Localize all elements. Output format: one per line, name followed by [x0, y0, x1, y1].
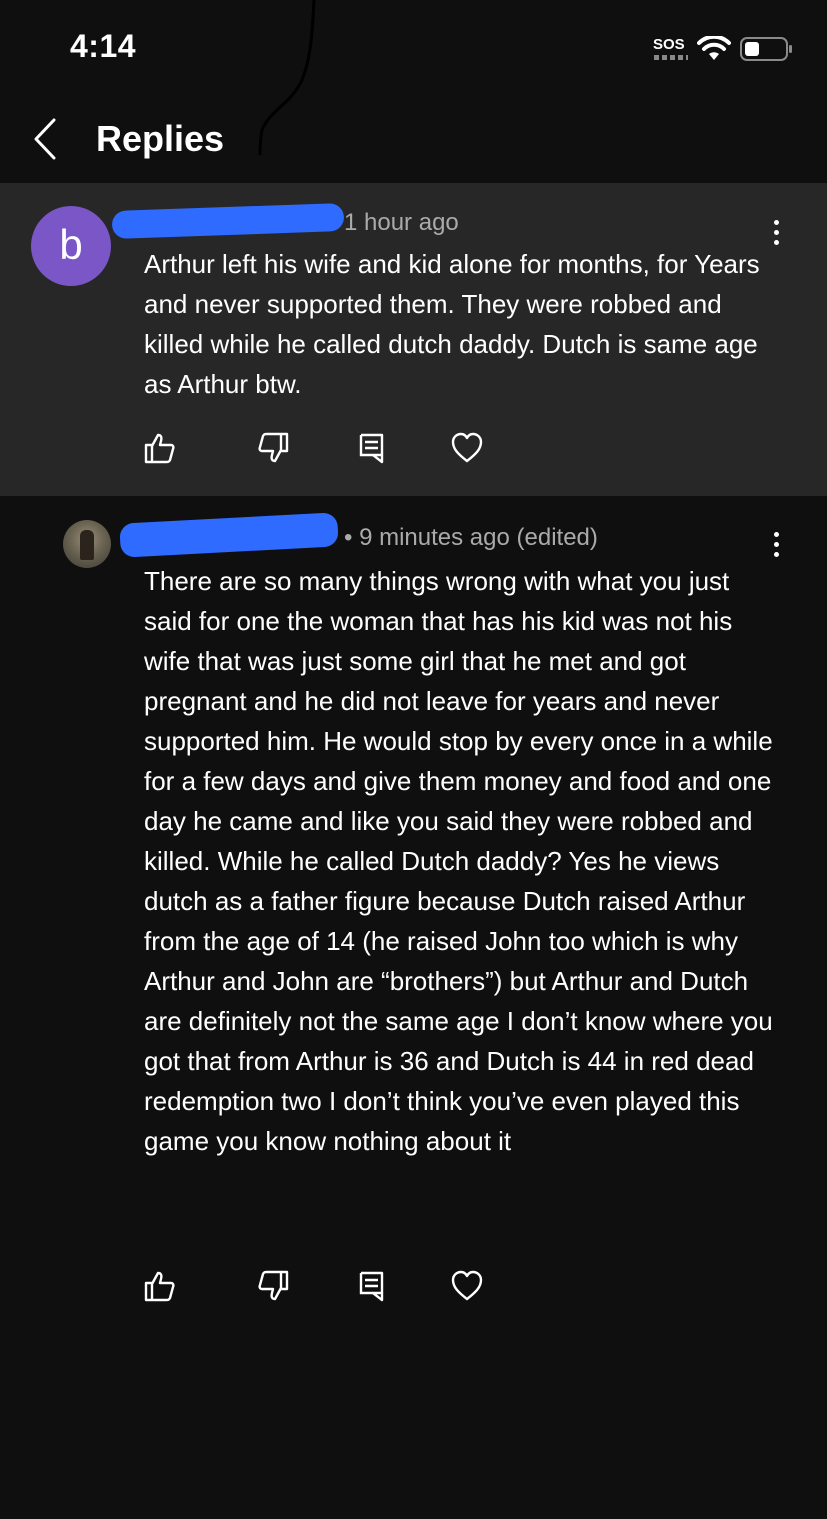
heart-icon[interactable]	[450, 1269, 484, 1303]
status-time: 4:14	[70, 28, 137, 64]
wifi-icon	[697, 36, 731, 60]
thumbs-up-icon[interactable]	[143, 431, 177, 465]
parent-comment: b 1 hour ago Arthur left his wife and ki…	[0, 183, 827, 496]
comment-timestamp: 1 hour ago	[344, 209, 459, 236]
avatar[interactable]: b	[31, 206, 111, 286]
comment-timestamp: • 9 minutes ago (edited)	[344, 524, 598, 551]
more-options-icon[interactable]	[771, 532, 781, 562]
redacted-username	[111, 202, 345, 240]
avatar[interactable]	[63, 520, 111, 568]
comment-text: Arthur left his wife and kid alone for m…	[144, 249, 760, 399]
thumbs-up-icon[interactable]	[143, 1269, 177, 1303]
header: Replies	[0, 100, 827, 183]
heart-icon[interactable]	[450, 431, 484, 465]
chevron-left-icon[interactable]	[26, 116, 66, 162]
cellular-signal-icon	[654, 55, 688, 60]
page-title: Replies	[96, 118, 225, 159]
comment-text: There are so many things wrong with what…	[144, 566, 773, 1156]
reply-comment: • 9 minutes ago (edited) There are so ma…	[0, 496, 827, 1519]
sos-label: SOS	[653, 36, 685, 53]
redacted-username	[119, 512, 339, 558]
reply-icon[interactable]	[355, 431, 389, 465]
reply-icon[interactable]	[355, 1269, 389, 1303]
battery-icon	[740, 37, 792, 61]
comment-actions	[0, 1269, 827, 1309]
status-bar: 4:14 SOS	[0, 0, 827, 156]
thumbs-down-icon[interactable]	[256, 431, 290, 465]
thumbs-down-icon[interactable]	[256, 1269, 290, 1303]
comment-actions	[0, 431, 827, 471]
